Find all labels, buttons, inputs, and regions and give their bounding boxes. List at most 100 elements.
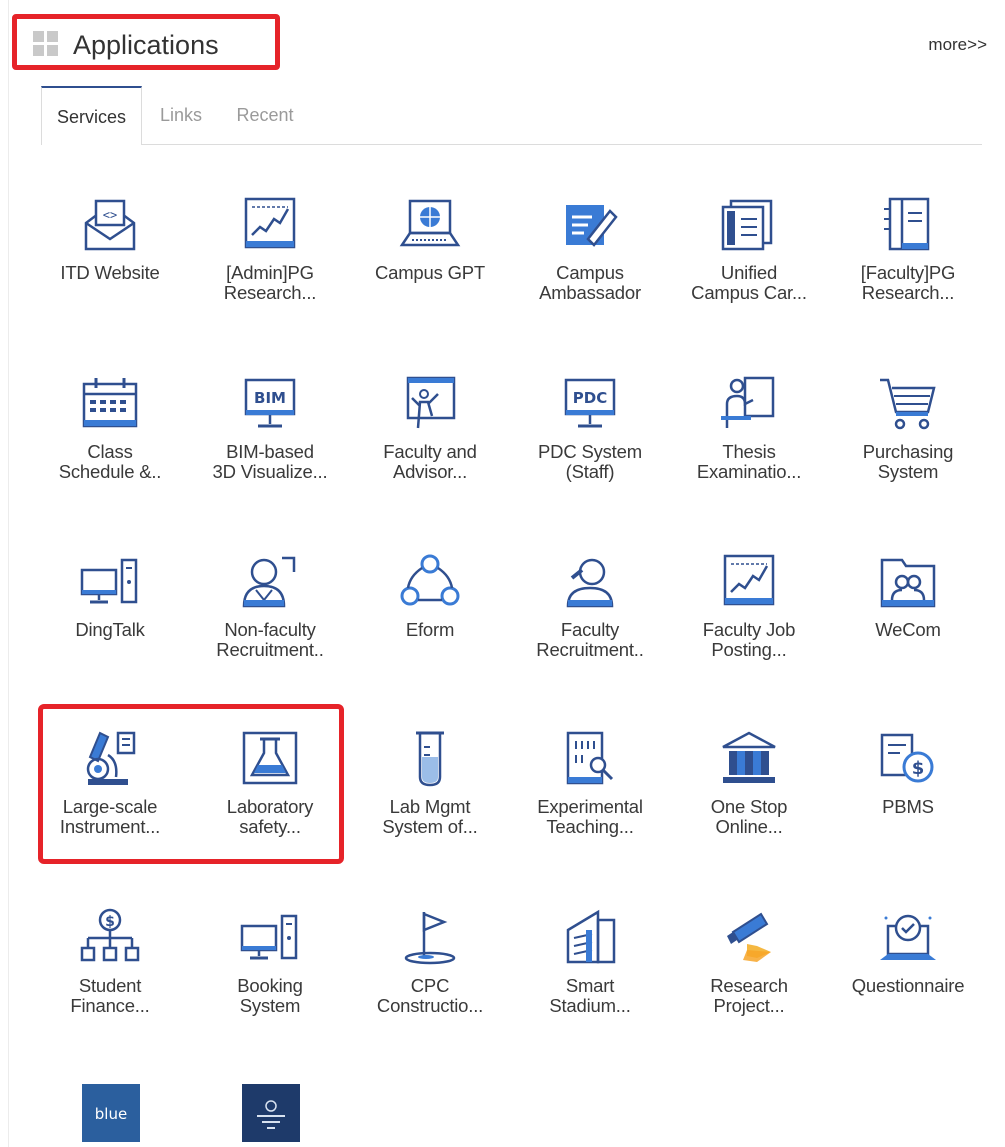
app-item[interactable]: WeCom <box>833 550 983 640</box>
app-label: Large-scale Instrument... <box>59 796 161 837</box>
person-search-icon <box>566 558 614 608</box>
tab-links[interactable]: Links <box>158 86 204 143</box>
page-title: Applications <box>73 30 219 60</box>
app-label: PBMS <box>882 796 934 817</box>
app-label: BIM-based 3D Visualize... <box>212 441 328 482</box>
app-item[interactable]: Campus Ambassador <box>515 193 665 303</box>
teacher-board-icon <box>406 376 456 429</box>
app-item[interactable]: Booking System <box>195 906 345 1016</box>
app-label: One Stop Online... <box>710 796 788 837</box>
survey-laptop-icon <box>880 914 936 960</box>
app-item[interactable]: PDC PDC System (Staff) <box>515 372 665 482</box>
share-network-icon <box>400 554 460 606</box>
emblem-app-tile[interactable] <box>242 1084 300 1142</box>
app-item[interactable]: Laboratory safety... <box>195 727 345 837</box>
app-item[interactable]: [Admin]PG Research... <box>195 193 345 303</box>
tab-services[interactable]: Services <box>41 86 142 145</box>
document-icon <box>884 197 930 251</box>
blue-tile-label: blue <box>95 1105 127 1123</box>
app-label: Laboratory safety... <box>226 796 314 837</box>
telescope-icon <box>727 912 771 962</box>
app-item[interactable]: Lab Mgmt System of... <box>355 727 505 837</box>
svg-text:BIM: BIM <box>254 389 286 407</box>
app-item[interactable]: BIM BIM-based 3D Visualize... <box>195 372 345 482</box>
app-label: Unified Campus Car... <box>691 262 807 303</box>
app-item[interactable]: Questionnaire <box>833 906 983 996</box>
app-label: Campus GPT <box>374 262 486 283</box>
calendar-icon <box>82 378 138 428</box>
wecom-folder-icon <box>880 558 936 608</box>
cart-icon <box>880 378 936 430</box>
app-label: Smart Stadium... <box>549 975 631 1016</box>
blue-app-tile[interactable]: blue <box>82 1084 140 1142</box>
app-item[interactable]: Faculty Job Posting... <box>674 550 824 660</box>
app-label: WeCom <box>875 619 941 640</box>
microscope-icon <box>86 731 136 785</box>
pdc-monitor-icon: PDC <box>564 378 616 428</box>
app-label: CPC Constructio... <box>376 975 484 1016</box>
app-label: DingTalk <box>75 619 145 640</box>
app-label: Campus Ambassador <box>539 262 641 303</box>
computer-icon <box>80 558 138 604</box>
app-item[interactable]: [Faculty]PG Research... <box>833 193 983 303</box>
chart-board-icon <box>723 554 775 606</box>
stadium-icon <box>566 909 616 964</box>
svg-text:<>: <> <box>103 208 117 222</box>
app-label: ITD Website <box>60 262 160 283</box>
app-item[interactable]: DingTalk <box>35 550 185 640</box>
app-label: Class Schedule &.. <box>58 441 162 482</box>
app-item[interactable]: Large-scale Instrument... <box>35 727 185 837</box>
computer-icon <box>240 914 298 960</box>
app-item[interactable]: Unified Campus Car... <box>674 193 824 303</box>
apps-grid-icon <box>33 31 58 56</box>
app-label: PDC System (Staff) <box>538 441 642 482</box>
flag-icon <box>404 912 456 965</box>
app-item[interactable]: $ PBMS <box>833 727 983 817</box>
app-item[interactable]: Non-faculty Recruitment.. <box>195 550 345 660</box>
app-item[interactable]: Campus GPT <box>355 193 505 283</box>
app-label: Student Finance... <box>70 975 150 1016</box>
app-item[interactable]: Research Project... <box>674 906 824 1016</box>
id-card-icon <box>721 199 773 251</box>
app-label: [Admin]PG Research... <box>223 262 317 303</box>
applications-header: Applications more>> <box>0 0 1005 80</box>
app-item[interactable]: Experimental Teaching... <box>515 727 665 837</box>
flask-icon <box>242 731 298 785</box>
presenter-icon <box>721 376 775 428</box>
app-item[interactable]: Smart Stadium... <box>515 906 665 1016</box>
app-label: Non-faculty Recruitment.. <box>216 619 324 660</box>
app-item[interactable]: CPC Constructio... <box>355 906 505 1016</box>
svg-text:$: $ <box>912 758 925 779</box>
app-item[interactable]: Thesis Examinatio... <box>674 372 824 482</box>
app-item[interactable]: <> ITD Website <box>35 193 185 283</box>
app-label: Experimental Teaching... <box>537 796 643 837</box>
app-item[interactable]: Faculty Recruitment.. <box>515 550 665 660</box>
app-item[interactable]: Class Schedule &.. <box>35 372 185 482</box>
app-item[interactable]: $ Student Finance... <box>35 906 185 1016</box>
dollar-list-icon: $ <box>880 733 934 783</box>
finance-tree-icon: $ <box>80 908 140 962</box>
app-label: Eform <box>405 619 455 640</box>
app-item[interactable]: Purchasing System <box>833 372 983 482</box>
app-label: Thesis Examinatio... <box>696 441 802 482</box>
app-label: Lab Mgmt System of... <box>382 796 478 837</box>
app-label: Faculty Job Posting... <box>702 619 796 660</box>
more-link[interactable]: more>> <box>928 34 987 56</box>
pen-note-icon <box>566 205 618 247</box>
svg-text:PDC: PDC <box>573 389 607 407</box>
app-item[interactable]: One Stop Online... <box>674 727 824 837</box>
laptop-globe-icon <box>399 199 461 247</box>
left-border <box>8 0 9 1147</box>
app-item[interactable]: Eform <box>355 550 505 640</box>
app-label: Research Project... <box>710 975 788 1016</box>
app-item[interactable]: Faculty and Advisor... <box>355 372 505 482</box>
app-label: Faculty and Advisor... <box>383 441 477 482</box>
app-label: Booking System <box>237 975 303 1016</box>
tab-bar: Services Links Recent <box>41 86 982 145</box>
bank-icon <box>722 731 776 783</box>
app-label: [Faculty]PG Research... <box>860 262 956 303</box>
app-label: Faculty Recruitment.. <box>536 619 644 660</box>
app-label: Questionnaire <box>851 975 965 996</box>
tab-recent[interactable]: Recent <box>233 86 297 143</box>
building-search-icon <box>566 731 614 785</box>
